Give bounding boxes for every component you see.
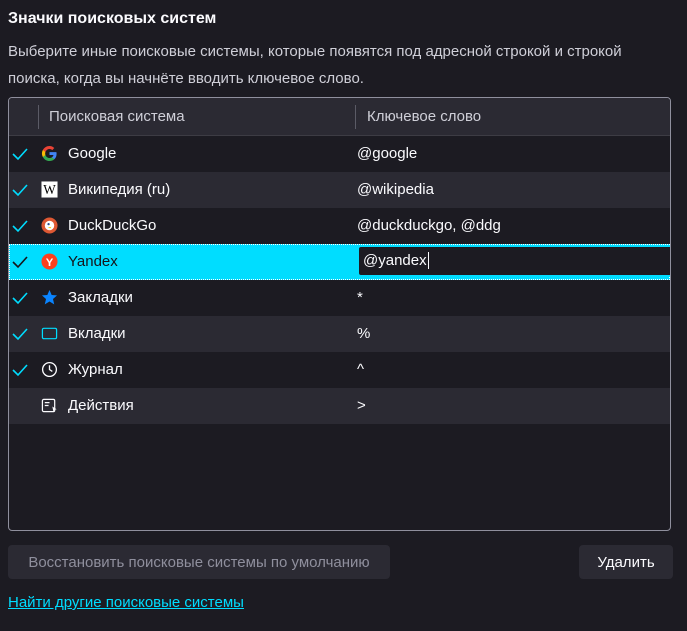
- engine-keyword[interactable]: %: [357, 325, 370, 342]
- actions-icon: [41, 398, 57, 413]
- check-icon[interactable]: [12, 219, 28, 233]
- check-icon[interactable]: [12, 291, 28, 305]
- delete-button[interactable]: Удалить: [579, 545, 673, 579]
- engine-name: Yandex: [68, 253, 118, 270]
- search-engines-table[interactable]: Поисковая система Ключевое слово Google …: [8, 97, 671, 531]
- find-more-engines-link[interactable]: Найти другие поисковые системы: [8, 594, 244, 611]
- table-row[interactable]: Google @google: [9, 136, 670, 172]
- tabs-icon: [41, 327, 58, 340]
- history-clock-icon: [41, 361, 58, 378]
- yandex-icon: Y: [41, 253, 58, 270]
- column-header-engine[interactable]: Поисковая система: [49, 108, 185, 125]
- restore-defaults-button[interactable]: Восстановить поисковые системы по умолча…: [8, 545, 390, 579]
- table-row-selected[interactable]: Y Yandex @yandex: [9, 244, 670, 280]
- bookmark-star-icon: [41, 289, 58, 305]
- keyword-edit-input[interactable]: @yandex: [357, 245, 670, 277]
- table-row[interactable]: W Википедия (ru) @wikipedia: [9, 172, 670, 208]
- column-separator[interactable]: [355, 105, 356, 129]
- column-header-keyword[interactable]: Ключевое слово: [367, 108, 481, 125]
- engine-keyword[interactable]: >: [357, 397, 366, 414]
- svg-text:Y: Y: [46, 257, 54, 269]
- column-separator[interactable]: [38, 105, 39, 129]
- engine-name: Википедия (ru): [68, 181, 171, 198]
- keyword-edit-value: @yandex: [363, 252, 429, 269]
- engine-name: Закладки: [68, 289, 133, 306]
- engine-name: Вкладки: [68, 325, 126, 342]
- wikipedia-icon: W: [41, 181, 58, 198]
- table-row[interactable]: Закладки *: [9, 280, 670, 316]
- engine-keyword[interactable]: ^: [357, 361, 364, 378]
- engine-name: Журнал: [68, 361, 123, 378]
- duckduckgo-icon: [41, 217, 58, 234]
- table-row[interactable]: Действия >: [9, 388, 670, 424]
- check-icon[interactable]: [12, 363, 28, 377]
- engine-keyword[interactable]: @google: [357, 145, 417, 162]
- check-icon[interactable]: [12, 255, 28, 269]
- engine-name: Действия: [68, 397, 134, 414]
- table-row[interactable]: Журнал ^: [9, 352, 670, 388]
- table-header: Поисковая система Ключевое слово: [9, 98, 670, 136]
- engine-name: Google: [68, 145, 117, 162]
- table-row[interactable]: Вкладки %: [9, 316, 670, 352]
- svg-text:W: W: [43, 182, 56, 197]
- engine-keyword[interactable]: @duckduckgo, @ddg: [357, 217, 501, 234]
- section-title: Значки поисковых систем: [8, 10, 217, 27]
- section-description: Выберите иные поисковые системы, которые…: [8, 43, 622, 87]
- engine-name: DuckDuckGo: [68, 217, 157, 234]
- table-row[interactable]: DuckDuckGo @duckduckgo, @ddg: [9, 208, 670, 244]
- check-icon[interactable]: [12, 327, 28, 341]
- google-icon: [41, 145, 57, 162]
- check-icon[interactable]: [12, 147, 28, 161]
- engine-keyword[interactable]: @wikipedia: [357, 181, 434, 198]
- check-icon[interactable]: [12, 183, 28, 197]
- engine-keyword[interactable]: *: [357, 289, 363, 306]
